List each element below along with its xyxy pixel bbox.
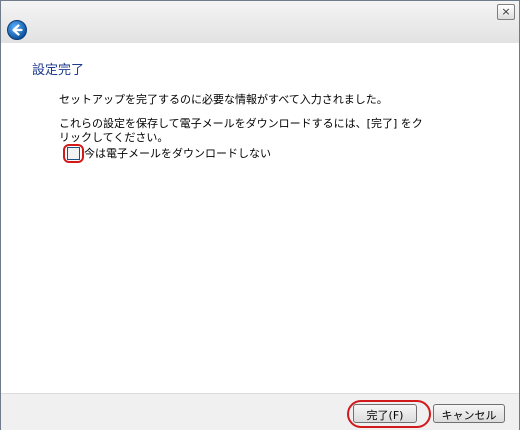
page-title: 設定完了 bbox=[32, 63, 85, 78]
cancel-button[interactable]: キャンセル bbox=[433, 404, 505, 423]
instruction-text: これらの設定を保存して電子メールをダウンロードするには、[完了] をクリックして… bbox=[59, 117, 423, 144]
finish-button[interactable]: 完了(F) bbox=[353, 404, 417, 423]
no-download-label: 今は電子メールをダウンロードしない bbox=[84, 147, 271, 160]
button-bar: 完了(F) キャンセル bbox=[1, 393, 519, 430]
back-button[interactable] bbox=[7, 20, 27, 40]
title-bar: × bbox=[1, 1, 519, 43]
completion-message: セットアップを完了するのに必要な情報がすべて入力されました。 bbox=[59, 93, 388, 106]
highlight-circle bbox=[63, 143, 84, 163]
setup-wizard-window: × 設定完了 セットアップを完了するのに必要な情報がすべて入力されました。 これ… bbox=[0, 0, 520, 430]
close-button[interactable]: × bbox=[497, 4, 515, 20]
back-arrow-icon bbox=[12, 24, 23, 36]
wizard-content: 設定完了 セットアップを完了するのに必要な情報がすべて入力されました。 これらの… bbox=[1, 43, 519, 393]
checkbox-container bbox=[63, 143, 84, 163]
no-download-option[interactable]: 今は電子メールをダウンロードしない bbox=[63, 143, 271, 163]
